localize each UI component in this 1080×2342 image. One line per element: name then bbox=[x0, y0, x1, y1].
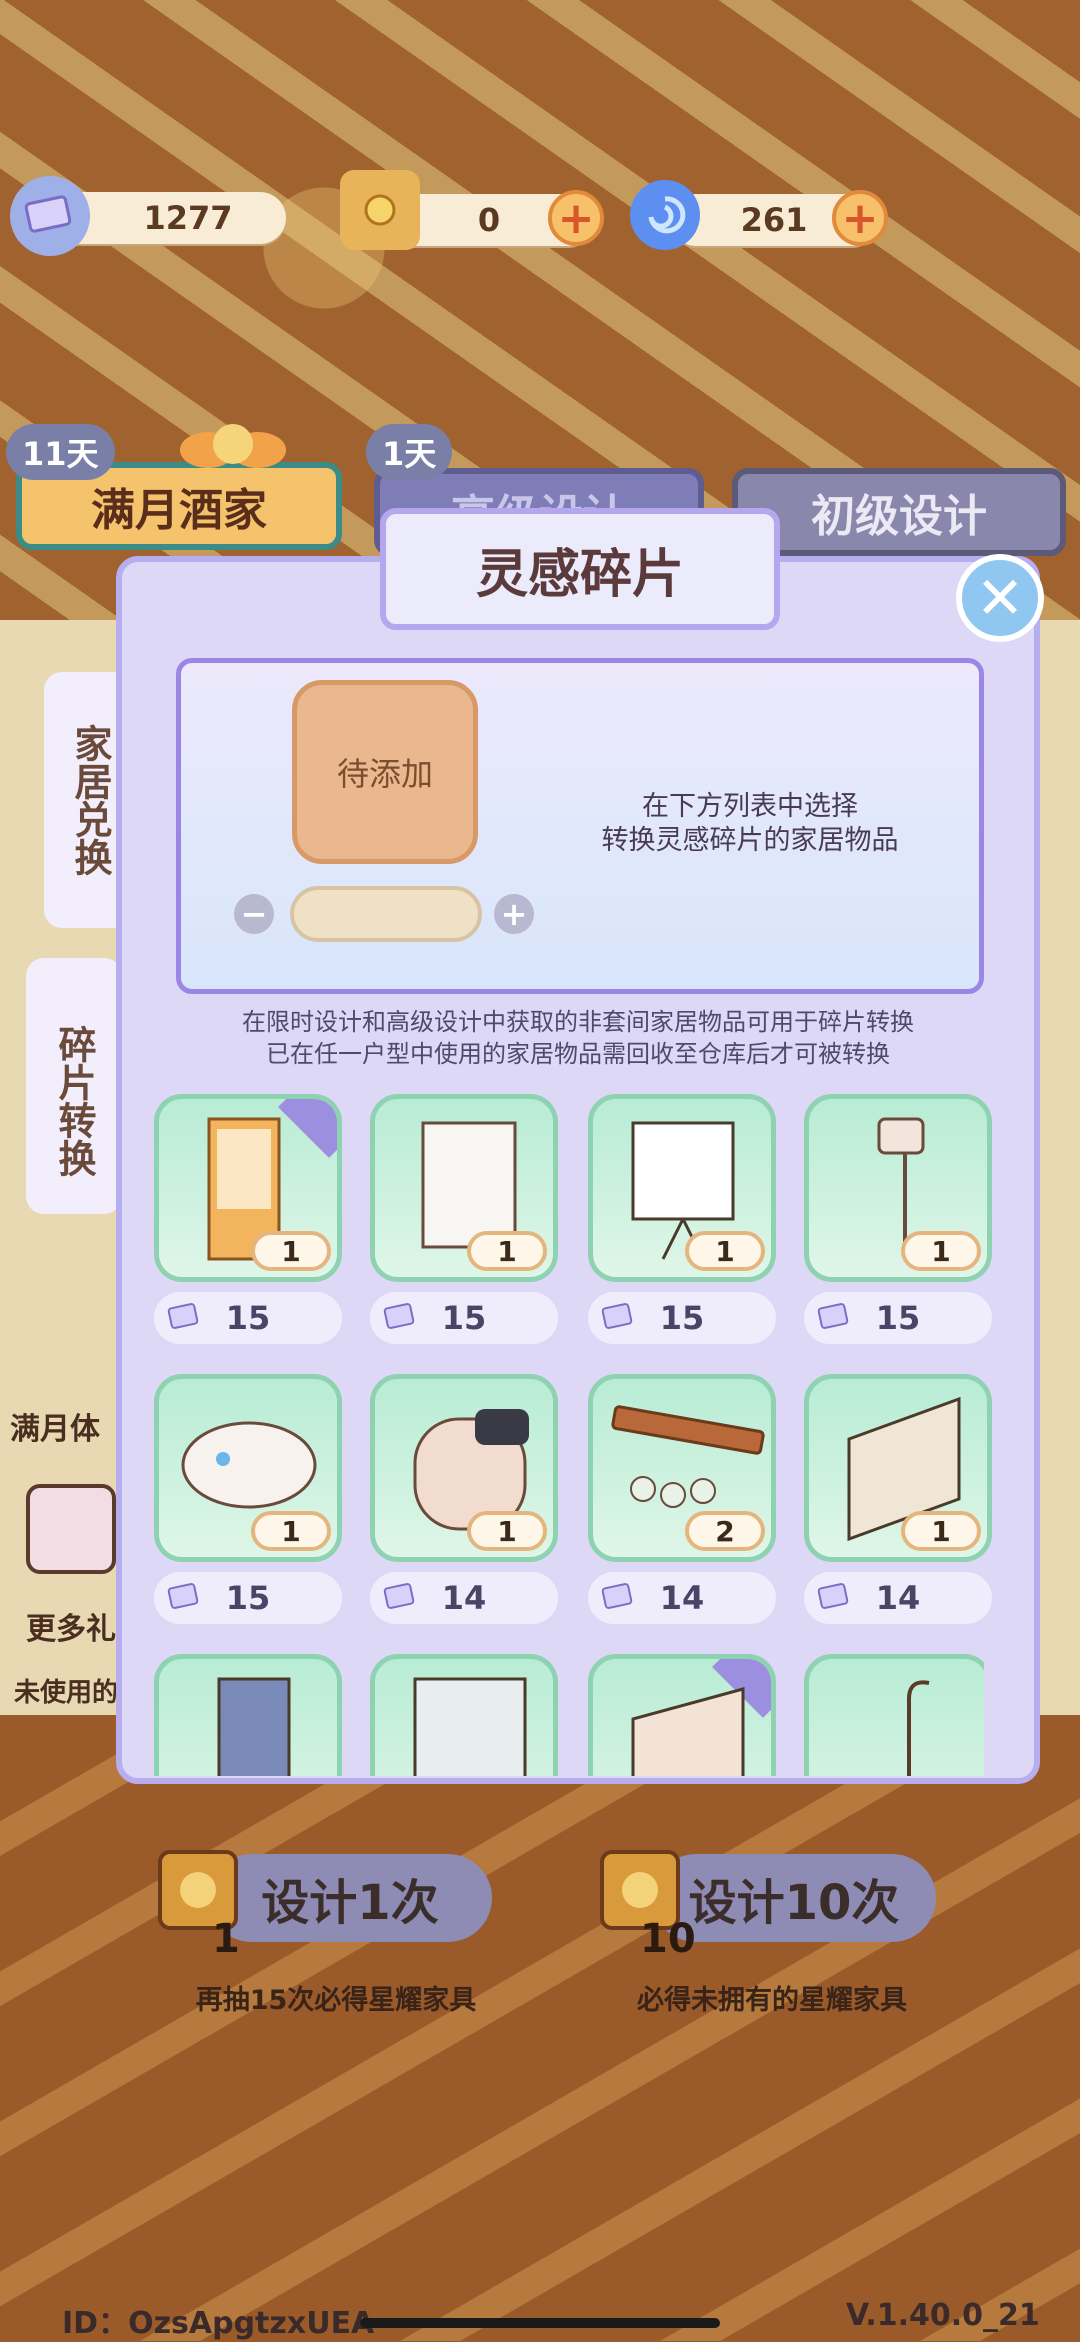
arc-lamp-icon bbox=[907, 1680, 930, 1776]
shard-icon bbox=[383, 1303, 415, 1329]
design-once-label: 设计1次 bbox=[261, 1875, 439, 1931]
select-hint: 在下方列表中选择 转换灵感碎片的家居物品 bbox=[560, 790, 940, 858]
cost-value: 14 bbox=[875, 1579, 921, 1617]
pending-slot[interactable]: 待添加 bbox=[292, 680, 478, 864]
item-picture-frame[interactable] bbox=[588, 1654, 776, 1776]
side-tab-label: 家居兑换 bbox=[68, 724, 112, 876]
pending-label: 待添加 bbox=[336, 755, 433, 793]
shower-icon bbox=[413, 1677, 527, 1776]
side-tab-shard-convert[interactable]: 碎片转换 bbox=[26, 958, 122, 1214]
item-projector-screen[interactable]: 1 bbox=[588, 1094, 776, 1282]
item-cost: 15 bbox=[154, 1572, 342, 1624]
item-arc-lamp[interactable] bbox=[804, 1654, 984, 1776]
item-wall-mirror[interactable]: 1 bbox=[804, 1374, 992, 1562]
plus-icon[interactable]: + bbox=[494, 894, 534, 934]
shard-icon bbox=[167, 1303, 199, 1329]
item-count: 1 bbox=[251, 1511, 331, 1551]
background-bottom bbox=[0, 1715, 1080, 2341]
shard-count: 1277 bbox=[143, 199, 233, 237]
more-gifts-partial: 更多礼 bbox=[26, 1612, 116, 1647]
tab-label: 初级设计 bbox=[811, 491, 987, 542]
close-button[interactable]: ✕ bbox=[956, 554, 1044, 642]
note-line: 已在任一户型中使用的家居物品需回收至仓库后才可被转换 bbox=[266, 1040, 890, 1068]
item-count: 1 bbox=[685, 1231, 765, 1271]
item-floor-lamp[interactable]: 1 bbox=[804, 1094, 992, 1282]
item-cost: 15 bbox=[804, 1292, 992, 1344]
once-subtitle: 再抽15次必得星耀家具 bbox=[195, 1985, 477, 2016]
cost-value: 15 bbox=[225, 1299, 271, 1337]
side-tab-label: 碎片转换 bbox=[52, 1025, 96, 1177]
item-shower[interactable] bbox=[370, 1654, 558, 1776]
item-cost: 15 bbox=[154, 1292, 342, 1344]
towel-rack-icon bbox=[217, 1677, 291, 1776]
coin-count: 0 bbox=[477, 201, 501, 239]
conversion-note: 在限时设计和高级设计中获取的非套间家居物品可用于碎片转换 已在任一户型中使用的家… bbox=[116, 1006, 1040, 1070]
cost-value: 15 bbox=[659, 1299, 705, 1337]
shard-icon bbox=[10, 176, 90, 256]
item-count: 1 bbox=[467, 1231, 547, 1271]
shard-icon bbox=[383, 1583, 415, 1609]
swirl-gem-icon bbox=[630, 180, 700, 250]
dialog-title: 灵感碎片 bbox=[380, 508, 780, 630]
version-label: V.1.40.0_21 bbox=[846, 2298, 1040, 2333]
design-ten-label: 设计10次 bbox=[688, 1875, 900, 1931]
item-count: 2 bbox=[685, 1511, 765, 1551]
item-wall-screen[interactable]: 1 bbox=[370, 1094, 558, 1282]
cost-value: 15 bbox=[441, 1299, 487, 1337]
item-count: 1 bbox=[901, 1231, 981, 1271]
item-cost: 15 bbox=[370, 1292, 558, 1344]
note-line: 在限时设计和高级设计中获取的非套间家居物品可用于碎片转换 bbox=[242, 1008, 914, 1036]
shard-icon bbox=[817, 1303, 849, 1329]
tab-label: 满月酒家 bbox=[91, 485, 267, 536]
item-robot-vacuum[interactable]: 1 bbox=[154, 1374, 342, 1562]
unused-note-partial: 未使用的 bbox=[14, 1678, 119, 1708]
item-count: 1 bbox=[251, 1231, 331, 1271]
design-once-button[interactable]: 设计1次 bbox=[208, 1854, 492, 1942]
shard-icon bbox=[167, 1583, 199, 1609]
ten-count: 10 bbox=[640, 1916, 696, 1962]
item-cost: 14 bbox=[370, 1572, 558, 1624]
item-cost: 14 bbox=[588, 1572, 776, 1624]
cost-value: 15 bbox=[225, 1579, 271, 1617]
player-id: ID：OzsApgtzxUEA bbox=[62, 2306, 375, 2341]
home-indicator bbox=[360, 2318, 720, 2328]
event-label-partial: 满月体 bbox=[10, 1412, 100, 1447]
item-towel-rack[interactable] bbox=[154, 1654, 342, 1776]
shard-icon bbox=[817, 1583, 849, 1609]
tab-basic-design[interactable]: 初级设计 bbox=[732, 468, 1066, 556]
quantity-bar bbox=[290, 886, 482, 942]
shard-icon bbox=[601, 1583, 633, 1609]
scroll-coin-icon bbox=[340, 170, 420, 250]
hint-line: 在下方列表中选择 bbox=[642, 791, 858, 822]
bow-decoration-icon bbox=[178, 416, 288, 476]
item-wine-glass-rack[interactable]: 2 bbox=[588, 1374, 776, 1562]
cost-value: 15 bbox=[875, 1299, 921, 1337]
item-cost: 14 bbox=[804, 1572, 992, 1624]
cost-value: 14 bbox=[659, 1579, 705, 1617]
item-count: 1 bbox=[901, 1511, 981, 1551]
item-count: 1 bbox=[467, 1511, 547, 1551]
minus-icon[interactable]: − bbox=[234, 894, 274, 934]
item-cost: 15 bbox=[588, 1292, 776, 1344]
once-count: 1 bbox=[212, 1916, 240, 1962]
days-badge: 1天 bbox=[366, 424, 453, 480]
hint-line: 转换灵感碎片的家居物品 bbox=[601, 825, 899, 856]
gem-count: 261 bbox=[740, 201, 808, 239]
add-coins-button[interactable]: + bbox=[548, 190, 604, 246]
ten-subtitle: 必得未拥有的星耀家具 bbox=[637, 1985, 907, 2016]
shard-icon bbox=[601, 1303, 633, 1329]
item-vending-cabinet[interactable]: 1 bbox=[154, 1094, 342, 1282]
item-smart-toilet[interactable]: 1 bbox=[370, 1374, 558, 1562]
gift-box-icon bbox=[26, 1484, 116, 1574]
cost-value: 14 bbox=[441, 1579, 487, 1617]
item-row-partial bbox=[154, 1654, 984, 1776]
add-gems-button[interactable]: + bbox=[832, 190, 888, 246]
days-badge: 11天 bbox=[6, 424, 115, 480]
picture-frame-icon bbox=[631, 1687, 745, 1776]
